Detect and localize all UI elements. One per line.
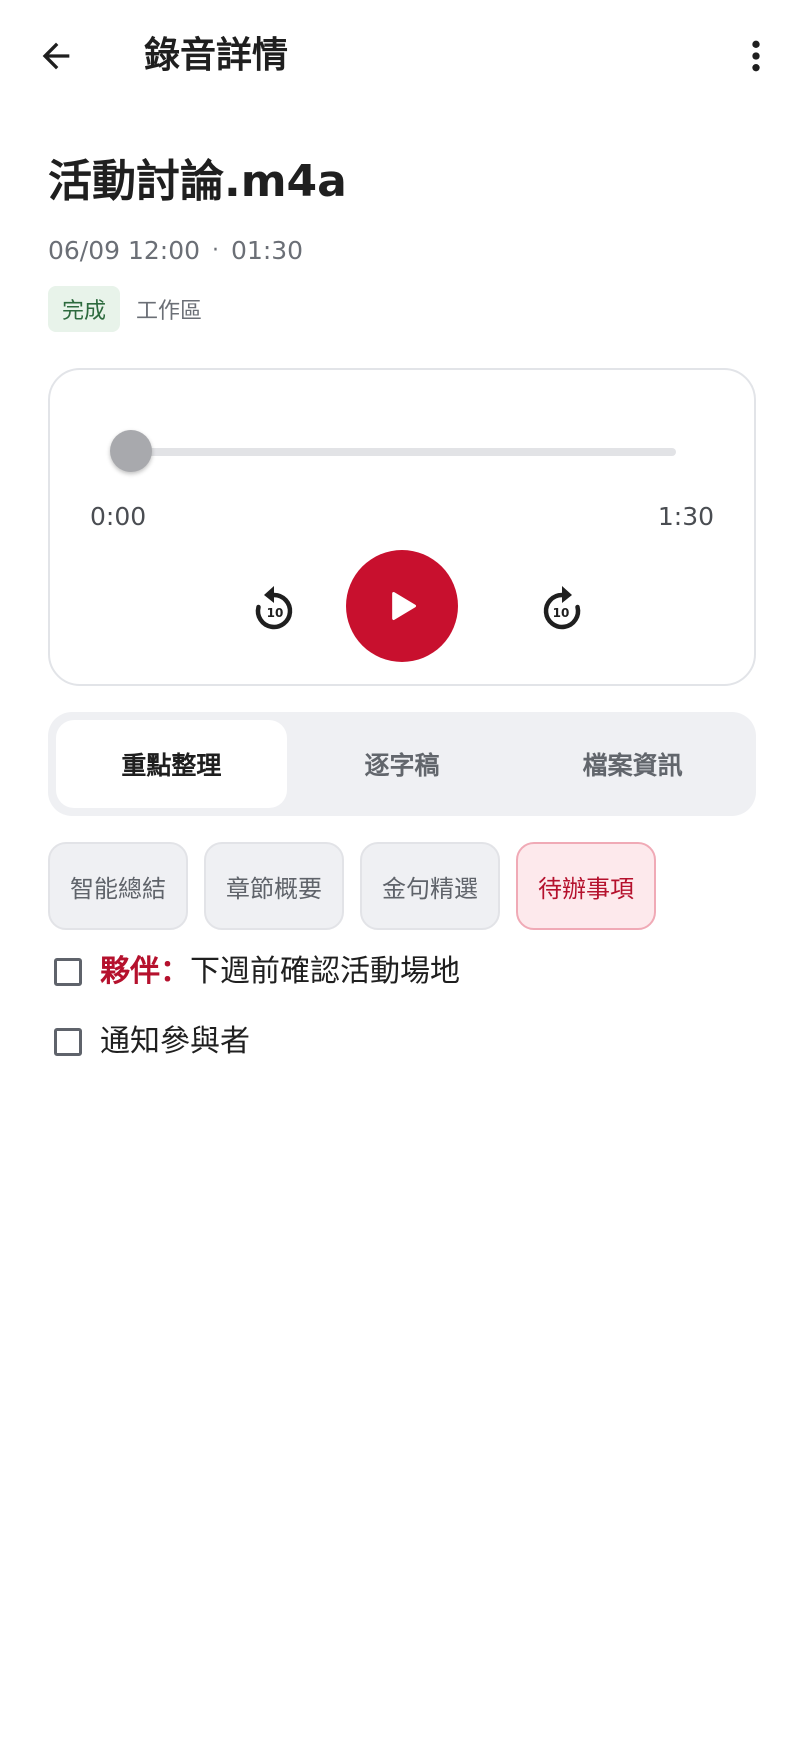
forward-10-icon: 10 xyxy=(543,586,581,630)
forward-10-button[interactable]: 10 xyxy=(522,570,602,650)
more-options-button[interactable] xyxy=(724,24,788,88)
chip-key-quotes[interactable]: 金句精選 xyxy=(360,842,500,930)
todo-text: 夥伴：下週前確認活動場地 xyxy=(100,950,460,994)
content-tabs: 重點整理 逐字稿 檔案資訊 xyxy=(48,712,756,816)
list-item: 通知參與者 xyxy=(48,1020,756,1090)
tab-transcript[interactable]: 逐字稿 xyxy=(287,720,518,808)
chip-chapter-overview[interactable]: 章節概要 xyxy=(204,842,344,930)
arrow-left-icon xyxy=(42,42,70,70)
recording-date-time: 06/09 12:00 xyxy=(48,235,201,265)
page-title: 錄音詳情 xyxy=(144,35,289,76)
current-time: 0:00 xyxy=(90,502,147,531)
more-vert-icon xyxy=(752,40,760,72)
list-item: 夥伴：下週前確認活動場地 xyxy=(48,950,756,1020)
highlight-type-chips: 智能總結 章節概要 金句精選 待辦事項 xyxy=(48,842,656,930)
app-bar: 錄音詳情 xyxy=(0,0,804,112)
tab-highlights[interactable]: 重點整理 xyxy=(56,720,287,808)
rewind-10-button[interactable]: 10 xyxy=(234,570,314,650)
svg-text:10: 10 xyxy=(267,606,284,620)
svg-text:10: 10 xyxy=(553,606,570,620)
todo-text: 通知參與者 xyxy=(100,1020,250,1064)
audio-player-card: 0:00 1:30 10 10 xyxy=(48,368,756,686)
todo-owner: 夥伴： xyxy=(100,954,190,989)
recording-file-name: 活動討論.m4a xyxy=(48,156,347,207)
total-time: 1:30 xyxy=(657,502,714,531)
tab-file-info[interactable]: 檔案資訊 xyxy=(517,720,748,808)
seek-slider-thumb[interactable] xyxy=(110,430,152,472)
meta-separator: · xyxy=(212,237,220,263)
todo-description: 下週前確認活動場地 xyxy=(190,954,460,989)
recording-meta: 06/09 12:00 · 01:30 xyxy=(48,232,303,268)
todo-checkbox[interactable] xyxy=(54,958,82,986)
todo-description: 通知參與者 xyxy=(100,1024,250,1059)
tag-row: 完成 工作區 xyxy=(48,286,202,332)
play-button[interactable] xyxy=(346,550,458,662)
todo-checkbox[interactable] xyxy=(54,1028,82,1056)
back-button[interactable] xyxy=(24,24,88,88)
seek-slider-track[interactable] xyxy=(132,448,676,456)
recording-duration: 01:30 xyxy=(231,235,304,265)
play-icon xyxy=(392,592,416,620)
chip-smart-summary[interactable]: 智能總結 xyxy=(48,842,188,930)
workspace-label[interactable]: 工作區 xyxy=(136,293,202,325)
status-badge: 完成 xyxy=(48,286,121,332)
replay-10-icon: 10 xyxy=(255,586,293,630)
todo-list: 夥伴：下週前確認活動場地 通知參與者 xyxy=(48,950,756,1090)
chip-todo[interactable]: 待辦事項 xyxy=(516,842,656,930)
